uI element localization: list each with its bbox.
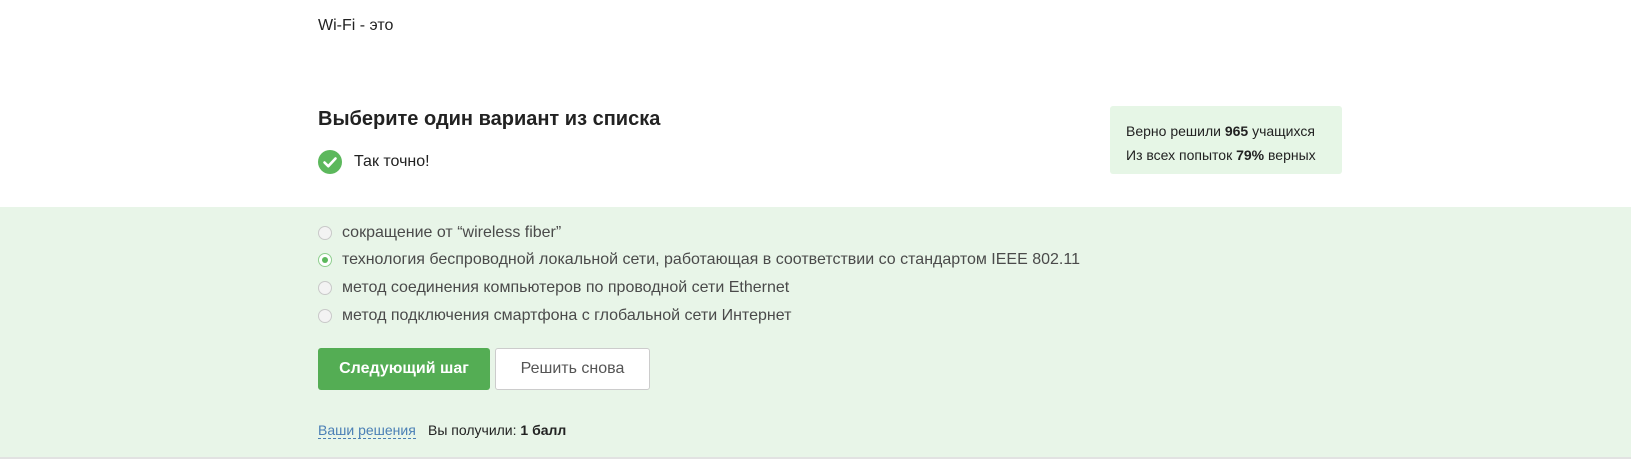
stats-solved-suffix: учащихся: [1252, 123, 1315, 139]
question-text: Wi-Fi - это: [318, 17, 394, 34]
feedback-text: Так точно!: [354, 153, 430, 170]
option-label: технология беспроводной локальной сети, …: [342, 251, 1080, 268]
radio-button[interactable]: [318, 309, 332, 323]
stats-attempts-suffix: верных: [1268, 147, 1316, 163]
option-item[interactable]: метод соединения компьютеров по проводно…: [318, 279, 789, 297]
score-value: 1 балл: [520, 422, 567, 438]
score-prefix: Вы получили:: [428, 422, 517, 438]
option-label: метод подключения смартфона с глобальной…: [342, 307, 792, 324]
your-solutions-link[interactable]: Ваши решения: [318, 422, 416, 439]
stats-attempts-prefix: Из всех попыток: [1126, 147, 1233, 163]
score-text: Вы получили: 1 балл: [428, 422, 566, 438]
feedback-message: Так точно!: [318, 150, 430, 174]
stats-attempts-percent: 79%: [1236, 147, 1265, 163]
stats-solved-count: 965: [1224, 123, 1249, 139]
instruction-heading: Выберите один вариант из списка: [318, 108, 661, 130]
answer-panel: [0, 207, 1631, 457]
solve-again-button[interactable]: Решить снова: [495, 348, 650, 390]
stats-box: Верно решили 965 учащихся Из всех попыто…: [1110, 106, 1342, 174]
option-label: метод соединения компьютеров по проводно…: [342, 279, 790, 296]
next-step-button[interactable]: Следующий шаг: [318, 348, 490, 390]
option-item[interactable]: технология беспроводной локальной сети, …: [318, 251, 1080, 269]
radio-button[interactable]: [318, 226, 332, 240]
stats-attempts-line: Из всех попыток 79% верных: [1126, 143, 1326, 167]
option-label: сокращение от “wireless fiber”: [342, 224, 562, 241]
stats-solved-prefix: Верно решили: [1126, 123, 1221, 139]
checkmark-circle-icon: [318, 150, 342, 174]
divider: [0, 457, 1631, 459]
option-item[interactable]: метод подключения смартфона с глобальной…: [318, 307, 791, 325]
radio-button-selected[interactable]: [318, 253, 332, 267]
radio-button[interactable]: [318, 281, 332, 295]
stats-solved-line: Верно решили 965 учащихся: [1126, 119, 1326, 143]
option-item[interactable]: сокращение от “wireless fiber”: [318, 224, 561, 242]
